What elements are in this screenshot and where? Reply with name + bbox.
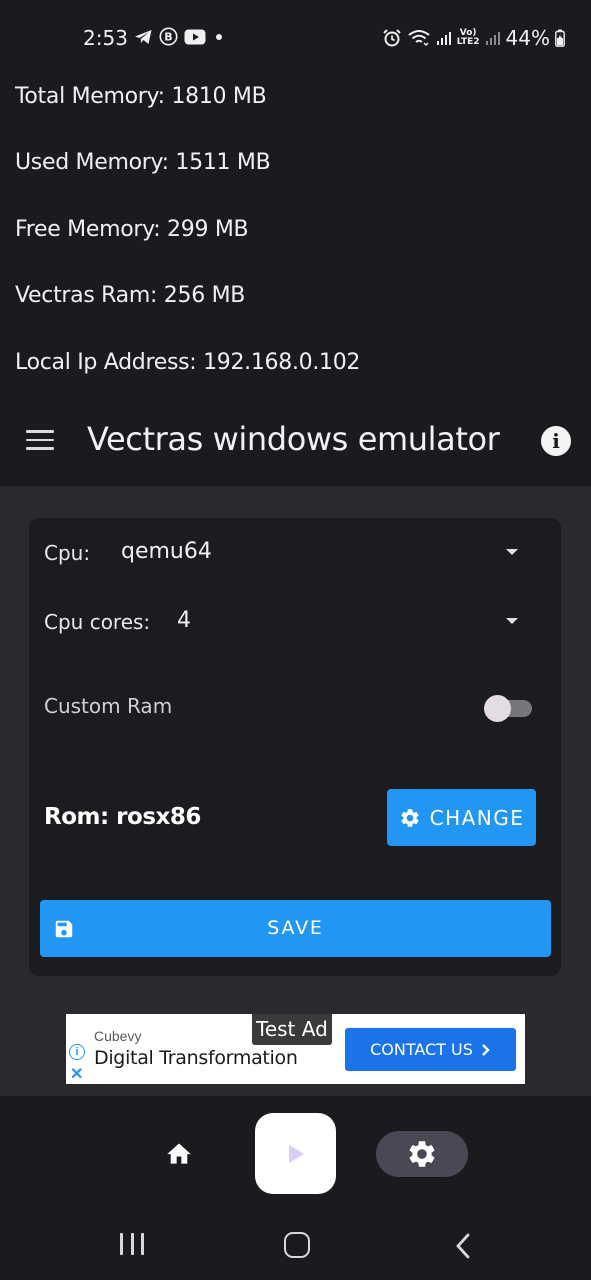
bottom-navigation — [0, 1096, 591, 1210]
change-button[interactable]: CHANGE — [387, 789, 536, 846]
save-button[interactable]: SAVE — [40, 900, 551, 957]
status-system-icons: Vo) LTE2 44% — [382, 26, 565, 50]
used-memory-text: Used Memory: 1511 MB — [15, 150, 271, 175]
youtube-icon — [184, 29, 206, 45]
ad-brand: Cubevy — [94, 1028, 142, 1044]
b-icon: B — [159, 27, 178, 46]
signal-icon — [436, 30, 452, 46]
recents-icon[interactable] — [120, 1233, 144, 1257]
app-bar: Vectras windows emulator i — [0, 398, 591, 486]
battery-icon — [555, 29, 565, 47]
save-button-label: SAVE — [267, 917, 324, 939]
vectras-ram-text: Vectras Ram: 256 MB — [15, 283, 246, 308]
page-title: Vectras windows emulator — [87, 420, 500, 458]
menu-icon[interactable] — [26, 430, 54, 452]
telegram-icon — [134, 29, 153, 45]
chevron-right-icon — [481, 1043, 491, 1057]
cpu-cores-value[interactable]: 4 — [177, 608, 191, 633]
ad-test-label: Test Ad — [252, 1014, 332, 1045]
ad-close-icon[interactable]: ✕ — [70, 1064, 83, 1084]
play-icon[interactable] — [255, 1113, 336, 1194]
system-navigation-bar — [0, 1210, 591, 1280]
change-button-label: CHANGE — [429, 805, 525, 830]
ad-contact-label: CONTACT US — [370, 1040, 473, 1059]
chevron-down-icon[interactable] — [506, 618, 518, 624]
alarm-icon — [382, 28, 402, 48]
cpu-cores-label: Cpu cores: — [44, 610, 151, 634]
ad-title: Digital Transformation — [94, 1047, 298, 1069]
svg-text:B: B — [164, 31, 172, 44]
wifi-icon — [407, 29, 431, 47]
back-icon[interactable] — [455, 1232, 471, 1265]
ad-banner[interactable]: i ✕ Cubevy Digital Transformation Test A… — [66, 1014, 525, 1084]
total-memory-text: Total Memory: 1810 MB — [15, 84, 267, 109]
gear-icon — [399, 807, 421, 829]
status-notification-icons: B — [134, 27, 226, 46]
battery-percent: 44% — [505, 26, 550, 50]
cpu-label: Cpu: — [44, 541, 91, 565]
status-bar: 2:53 B Vo) LTE2 44% — [0, 0, 591, 78]
custom-ram-toggle[interactable] — [484, 695, 532, 722]
home-icon[interactable] — [163, 1139, 195, 1167]
cpu-value[interactable]: qemu64 — [121, 539, 212, 564]
local-ip-text: Local Ip Address: 192.168.0.102 — [15, 350, 361, 375]
signal-icon-2 — [485, 30, 501, 46]
system-home-icon[interactable] — [284, 1232, 310, 1258]
ad-contact-button[interactable]: CONTACT US — [345, 1028, 516, 1071]
settings-card: Cpu: qemu64 Cpu cores: 4 Custom Ram Rom:… — [29, 518, 561, 976]
status-time: 2:53 — [83, 26, 128, 50]
volte-icon: Vo) LTE2 — [456, 28, 480, 47]
free-memory-text: Free Memory: 299 MB — [15, 217, 249, 242]
dot-icon — [212, 30, 226, 44]
settings-icon[interactable] — [376, 1131, 468, 1177]
rom-label: Rom: rosx86 — [44, 804, 201, 830]
main-content: Cpu: qemu64 Cpu cores: 4 Custom Ram Rom:… — [0, 486, 591, 1096]
ad-info-icon[interactable]: i — [69, 1044, 85, 1060]
info-icon[interactable]: i — [541, 426, 571, 456]
chevron-down-icon[interactable] — [506, 549, 518, 555]
custom-ram-label: Custom Ram — [44, 694, 173, 718]
